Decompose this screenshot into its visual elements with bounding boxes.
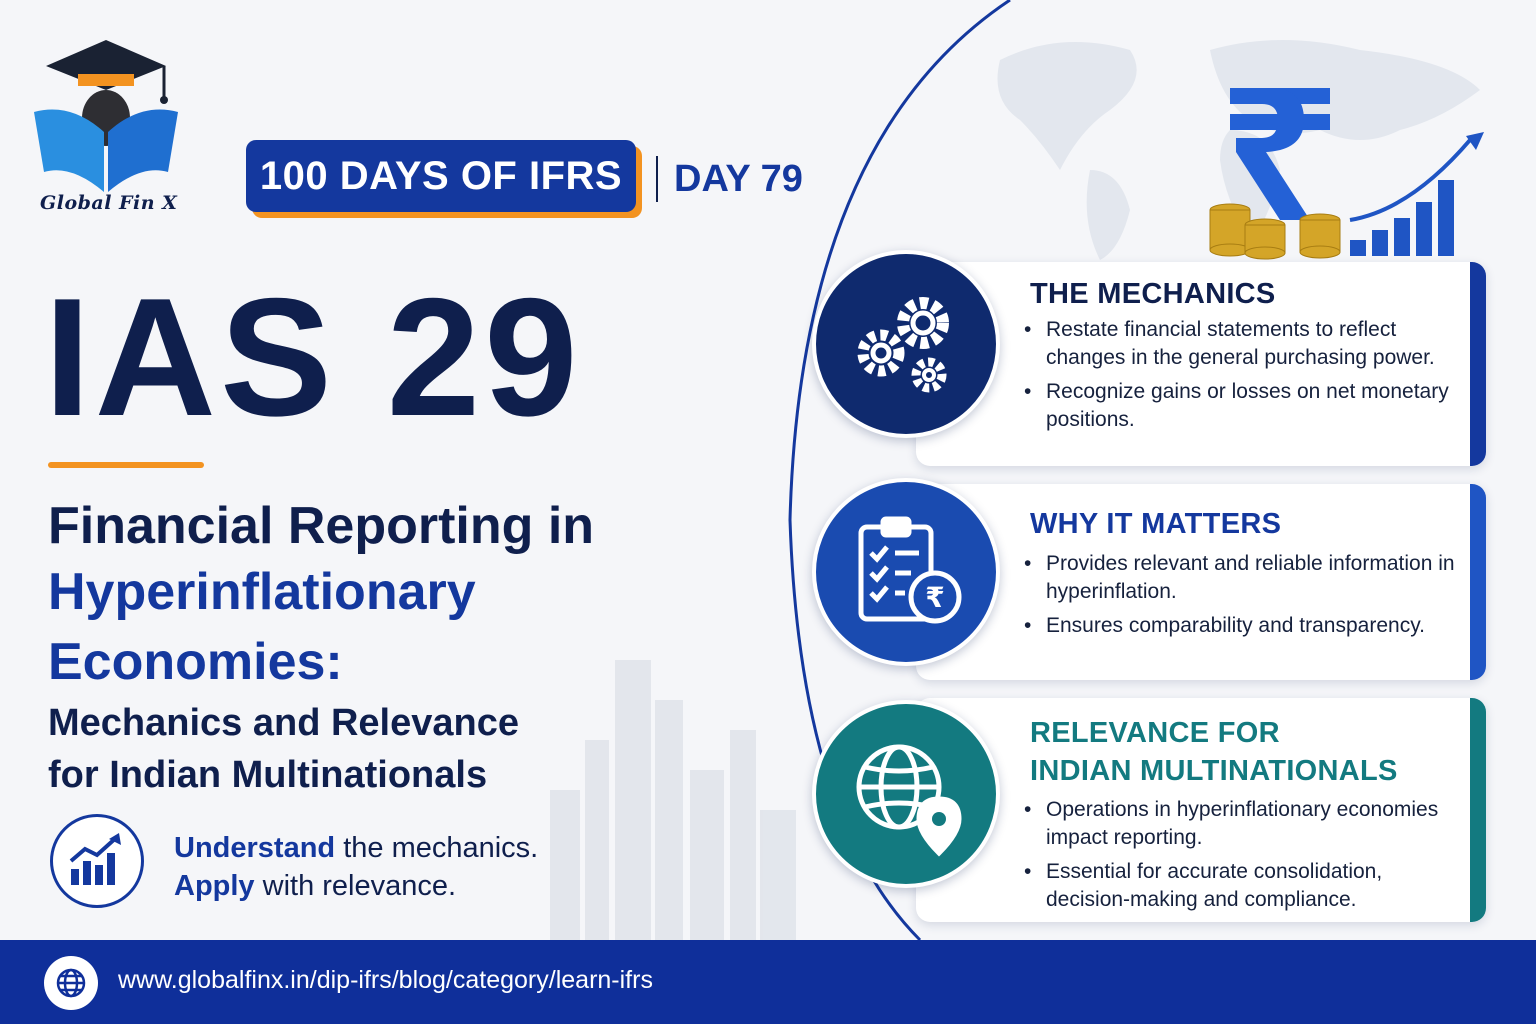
subtitle-line-2: Hyperinflationary [48,563,476,621]
bullet-item: Operations in hyperinflationary economie… [1024,796,1464,852]
tagline-text-2: with relevance. [254,870,457,902]
series-badge: 100 DAYS OF IFRS [246,140,636,212]
brand-name: Global Fin X [40,192,178,214]
card-bullets: Restate financial statements to reflect … [1024,316,1464,440]
card-title: RELEVANCE FOR INDIAN MULTINATIONALS [1030,714,1398,790]
card-bullets: Operations in hyperinflationary economie… [1024,796,1464,920]
globe-icon [44,956,98,1010]
title-accent-line [48,462,204,468]
card-title: THE MECHANICS [1030,278,1276,310]
svg-text:₹: ₹ [925,581,944,614]
subtitle-line-4: Mechanics and Relevance [48,702,519,744]
page-title: IAS 29 [44,263,582,451]
city-skyline-background [550,660,796,940]
header-divider [656,156,658,202]
bullet-item: Ensures comparability and transparency. [1024,612,1464,640]
growth-chart-icon [50,814,144,908]
tagline-keyword-1: Understand [174,832,336,864]
card-title-line-1: RELEVANCE FOR [1030,717,1280,749]
tagline-text-1: the mechanics. [335,832,539,864]
checklist-rupee-icon: ₹ [812,478,1000,666]
tagline-line-2: Apply with relevance. [174,870,456,903]
gears-icon [812,250,1000,438]
card-mechanics: THE MECHANICS Restate financial statemen… [916,262,1486,466]
subtitle-line-3: Economies: [48,633,343,691]
bullet-item: Provides relevant and reliable informati… [1024,550,1464,606]
bullet-item: Essential for accurate consolidation, de… [1024,858,1464,914]
subtitle-line-5: for Indian Multinationals [48,754,488,796]
card-relevance: RELEVANCE FOR INDIAN MULTINATIONALS Oper… [916,698,1486,922]
tagline-keyword-2: Apply [174,870,255,902]
subtitle-line-1: Financial Reporting in [48,497,595,555]
card-bullets: Provides relevant and reliable informati… [1024,550,1464,646]
card-why-it-matters: WHY IT MATTERS Provides relevant and rel… [916,484,1486,680]
bullet-item: Restate financial statements to reflect … [1024,316,1464,372]
rupee-coins-growth-illustration [1209,88,1484,260]
tagline-line-1: Understand the mechanics. [174,832,538,865]
globe-location-icon [812,700,1000,888]
bullet-item: Recognize gains or losses on net monetar… [1024,378,1464,434]
website-link[interactable]: www.globalfinx.in/dip-ifrs/blog/category… [118,966,653,995]
day-label: DAY 79 [674,158,803,200]
card-title-line-2: INDIAN MULTINATIONALS [1030,755,1398,787]
card-title: WHY IT MATTERS [1030,508,1282,540]
